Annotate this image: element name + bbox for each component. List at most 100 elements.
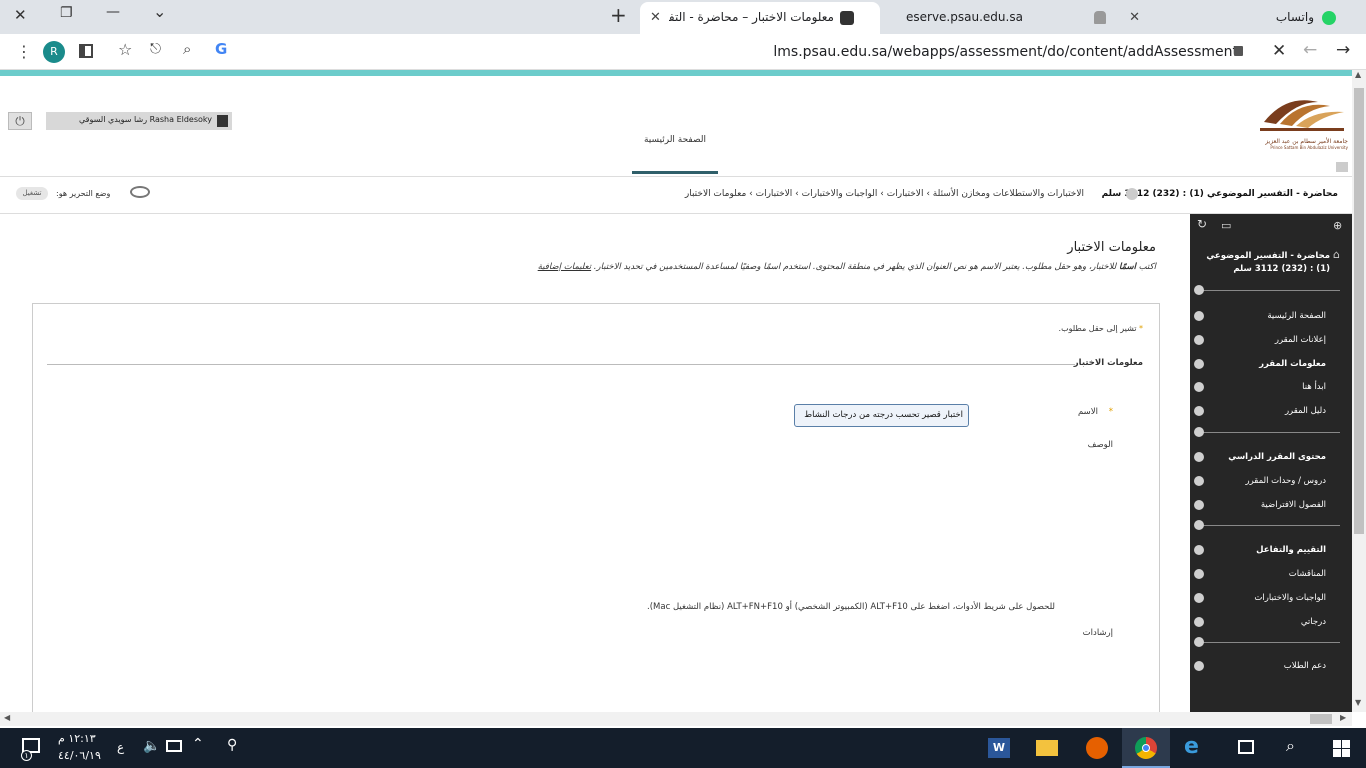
more-help-link[interactable]: تعليمات إضافية [538,262,591,272]
section-divider [47,364,1075,365]
edge-icon[interactable]: e [1184,734,1199,759]
sidebar-item-my-grades[interactable]: درجاتي [1190,612,1352,634]
clock-time[interactable]: ١٢:١٣ م [58,732,96,745]
tab-close-icon[interactable]: ✕ [650,10,661,25]
window-close-button[interactable]: ✕ [14,6,27,24]
sidebar-item-virtual-classes[interactable]: الفصول الافتراضية [1190,495,1352,517]
vertical-scrollbar[interactable]: ▲ ▼ [1352,70,1366,712]
name-label: * الاسم [1077,407,1113,417]
page-instructions: اكتب اسمًا للاختبار، وهو حقل مطلوب. يعتب… [537,262,1156,272]
section-title: معلومات الاختبار [1073,358,1143,368]
breadcrumb: محاضرة - التفسير الموضوعي (1) : (232) 31… [0,176,1352,214]
course-menu: ⊕ ▭ ↻ ⌂ محاضرة - التفسير الموضوعي (1) : … [1190,214,1352,712]
url-text: lms.psau.edu.sa/webapps/assessment/do/co… [773,44,1238,60]
menu-dots-icon[interactable]: ⋮ [16,42,32,61]
eye-icon[interactable] [130,186,150,198]
user-avatar [217,115,228,127]
tab-search-button[interactable]: ⌄ [153,2,166,21]
back-arrow-icon[interactable]: ← [1303,40,1317,60]
sidebar-item-assignments[interactable]: الواجبات والاختبارات [1190,588,1352,610]
tab-title: معلومات الاختبار – محاضرة - التفسير [669,10,834,24]
user-name: رشا سويدي السوقي Rasha Eldesoky [79,115,212,124]
edit-mode-label: وضع التحرير هو: [56,189,111,198]
forward-arrow-icon[interactable]: → [1336,40,1350,60]
sidebar-item-course-guide[interactable]: دليل المقرر [1190,401,1352,423]
people-icon[interactable]: ⚲ [227,737,237,753]
sidebar-item-start-here[interactable]: ابدأ هنا [1190,377,1352,399]
logo-text-en: Prince Sattam Bin Abdulaziz University [1270,145,1348,150]
university-logo[interactable]: جامعة الأمير سطام بن عبد العزيز Prince S… [1256,88,1348,152]
bell-icon [1094,11,1106,24]
instructions-label: إرشادات [1082,628,1113,638]
tab-active-assessment[interactable]: معلومات الاختبار – محاضرة - التفسير ✕ [640,2,880,34]
sidebar-item-lessons[interactable]: دروس / وحدات المقرر [1190,471,1352,493]
sidebar-item-course-content[interactable]: محتوى المقرر الدراسي [1190,447,1352,469]
tab-close-icon[interactable]: ✕ [1129,10,1140,25]
sidebar-item-assessment[interactable]: التقييم والتفاعل [1190,540,1352,562]
small-square-icon[interactable] [1336,162,1348,172]
bookmark-star-icon[interactable]: ☆ [118,40,132,59]
task-view-icon[interactable] [1238,740,1254,754]
lock-icon[interactable] [1234,46,1243,56]
google-icon[interactable]: G [215,40,227,58]
tab-home[interactable]: الصفحة الرئيسية [632,126,718,174]
sidebar-item-course-info[interactable]: معلومات المقرر [1190,354,1352,376]
name-input[interactable]: اختبار قصير تحسب درجته من درجات النشاط [794,404,969,427]
sidepanel-icon[interactable] [79,44,93,58]
word-icon[interactable]: W [988,738,1010,758]
new-tab-button[interactable]: + [610,3,627,27]
name-input-value: اختبار قصير تحسب درجته من درجات النشاط [804,410,963,420]
window-minimize-button[interactable]: — [106,4,120,20]
windows-taskbar: ١ ١٢:١٣ م ٤٤/٠٦/١٩ ع 🔈 ⌃ ⚲ W e ⌕ [0,728,1366,768]
breadcrumb-item[interactable]: الاختبارات والاستطلاعات ومخازن الأسئلة [933,189,1084,199]
edit-mode-value: تشغيل [22,189,42,197]
window-restore-button[interactable]: ❐ [60,5,73,21]
breadcrumb-item: معلومات الاختبار [684,189,747,199]
tab-whatsapp[interactable]: واتساب [1150,2,1350,34]
breadcrumb-item[interactable]: الاختبارات [756,189,793,199]
required-note: * تشير إلى حقل مطلوب. [1058,324,1143,333]
stop-loading-icon[interactable]: ✕ [1272,41,1286,61]
breadcrumb-item[interactable]: الواجبات والاختبارات [802,189,878,199]
sidebar-item-announcements[interactable]: إعلانات المقرر [1190,330,1352,352]
search-icon[interactable]: ⌕ [1286,736,1295,756]
sidebar-item-discussions[interactable]: المناقشات [1190,564,1352,586]
scroll-thumb[interactable] [1354,88,1364,534]
edit-mode-toggle[interactable]: تشغيل [16,187,48,200]
share-icon[interactable]: ⎋ [150,41,161,57]
breadcrumb-item[interactable]: الاختبارات [887,189,924,199]
whatsapp-icon [1322,11,1336,25]
sidebar-item-student-support[interactable]: دعم الطلاب [1190,656,1352,678]
windows-start-icon[interactable] [1333,740,1350,757]
chrome-taskbar-button[interactable] [1122,728,1170,768]
breadcrumb-chevron-icon[interactable] [1126,188,1138,200]
scroll-thumb[interactable] [1310,714,1332,724]
volume-icon[interactable]: 🔈 [143,738,160,754]
home-icon[interactable]: ⌂ [1333,248,1340,261]
add-menu-item-icon[interactable]: ⊕ [1333,219,1342,232]
refresh-icon[interactable]: ↻ [1197,217,1207,231]
horizontal-scrollbar[interactable]: ◀ ▶ [0,712,1352,726]
logout-power-icon[interactable]: ⏻ [8,112,32,130]
home-tab-label: الصفحة الرئيسية [643,135,707,145]
firefox-icon[interactable] [1086,737,1108,759]
user-name-badge[interactable]: رشا سويدي السوقي Rasha Eldesoky [46,112,232,130]
toolbar-hint: للحصول على شريط الأدوات، اضغط على ALT+F1… [647,602,1055,612]
logo-text-ar: جامعة الأمير سطام بن عبد العزيز [1265,138,1348,145]
network-icon[interactable] [166,740,182,752]
notification-count: ١ [21,750,32,761]
chevron-up-icon[interactable]: ⌃ [192,736,204,752]
profile-avatar[interactable]: R [43,41,65,63]
description-label: الوصف [1087,440,1113,450]
url-input[interactable]: lms.psau.edu.sa/webapps/assessment/do/co… [238,38,1258,66]
assessment-form: * تشير إلى حقل مطلوب. معلومات الاختبار *… [32,303,1160,712]
clock-date[interactable]: ٤٤/٠٦/١٩ [58,749,101,762]
folder-icon[interactable]: ▭ [1221,219,1231,232]
file-explorer-icon[interactable] [1036,740,1058,756]
language-indicator[interactable]: ع [117,740,124,754]
sidebar-item-home[interactable]: الصفحة الرئيسية [1190,306,1352,328]
tab-eserve[interactable]: eserve.psau.edu.sa ✕ [880,2,1150,34]
zoom-icon[interactable]: ⌕ [183,40,191,58]
sidebar-course-title[interactable]: محاضرة - التفسير الموضوعي (1) : (232) 31… [1202,250,1330,276]
description-editor[interactable] [47,454,1047,594]
